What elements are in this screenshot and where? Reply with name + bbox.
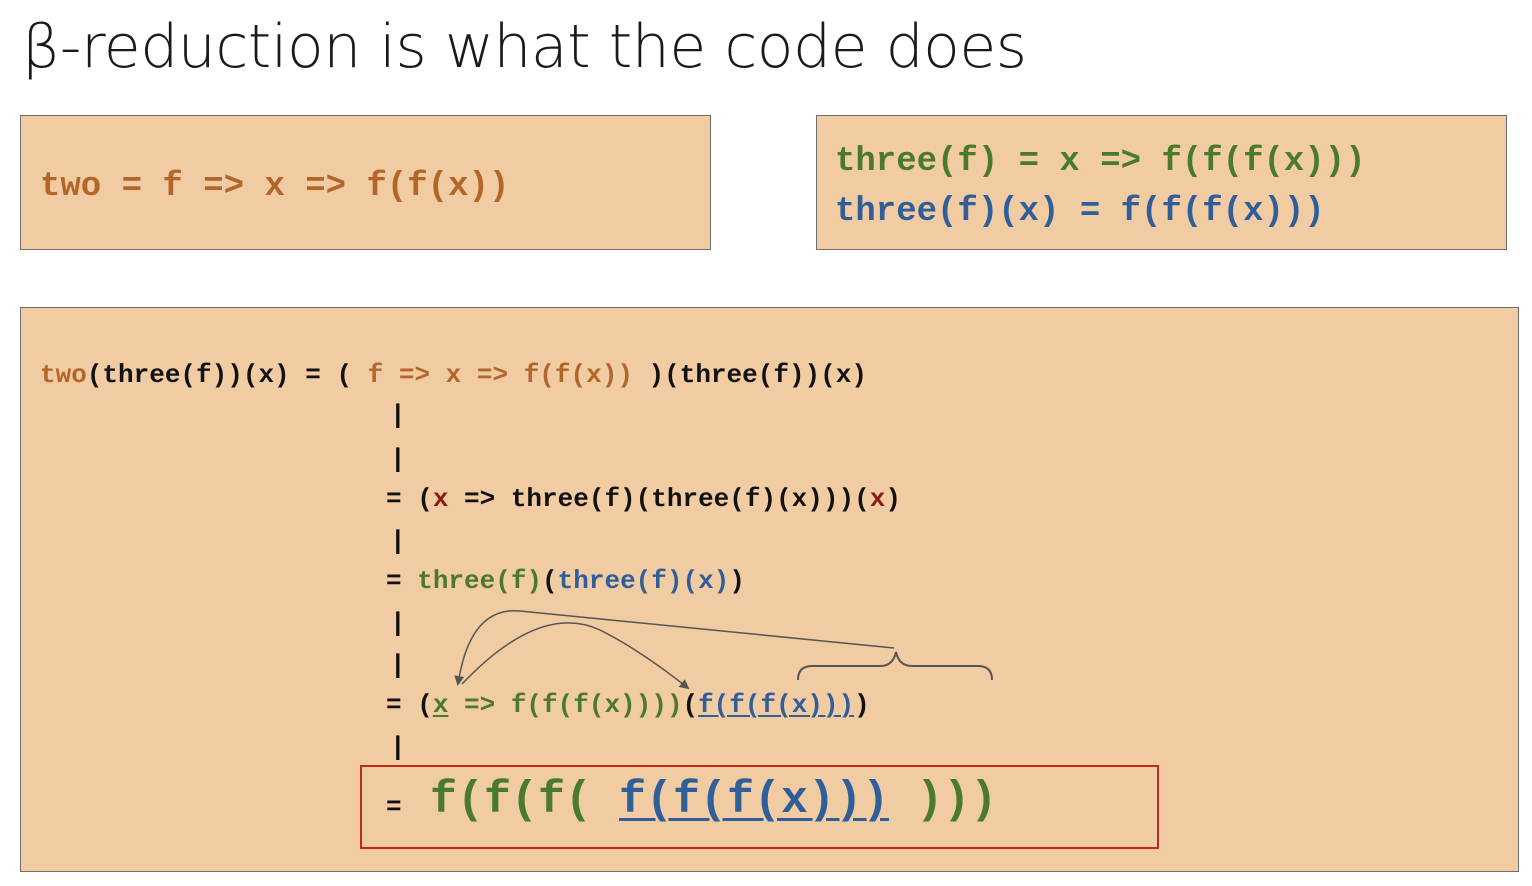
parameter-to-body-arrow bbox=[461, 622, 690, 690]
substitute-arrow bbox=[454, 610, 895, 686]
substitution-arrows bbox=[454, 610, 993, 690]
argument-brace bbox=[797, 651, 993, 681]
